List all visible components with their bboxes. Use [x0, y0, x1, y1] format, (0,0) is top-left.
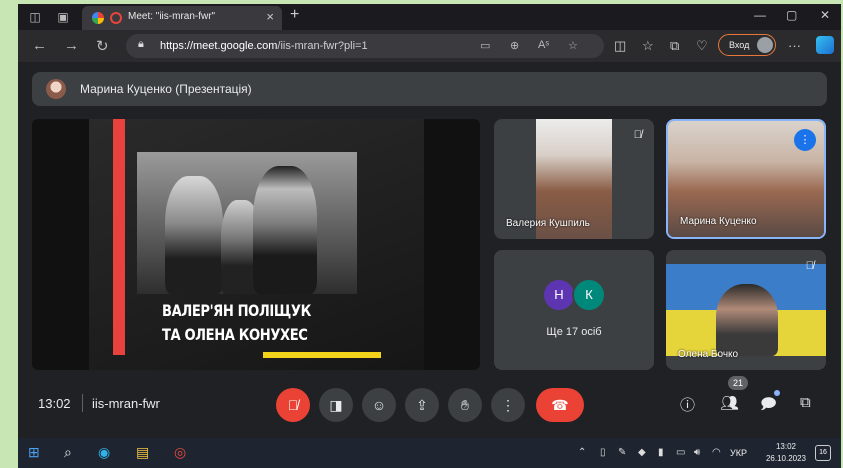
- participant-name: Валерия Кушпиль: [506, 218, 590, 229]
- recording-icon: [110, 12, 122, 24]
- reload-icon[interactable]: ↻: [96, 37, 109, 55]
- others-tile[interactable]: Н К Ще 17 осіб: [494, 250, 654, 370]
- avatar: [757, 37, 773, 53]
- start-icon[interactable]: ⊞: [28, 444, 40, 461]
- chrome-favicon-icon: [92, 12, 104, 24]
- people-icon[interactable]: 👥︎: [720, 394, 739, 412]
- maximize-icon[interactable]: ▢: [786, 8, 797, 22]
- info-icon[interactable]: ⓘ: [680, 394, 695, 415]
- tray-app-icon[interactable]: ◆: [638, 447, 646, 458]
- collections-icon[interactable]: ⧉: [670, 38, 679, 54]
- mic-off-icon: 🎙̸: [805, 260, 814, 272]
- tab-strip: ◫ ▣ Meet: "iis-mran-fwr" × + — ▢ ✕: [18, 4, 841, 30]
- leave-call-button[interactable]: ☎︎: [536, 388, 584, 422]
- chat-notification-dot: [774, 390, 780, 396]
- slide-photo: [137, 152, 357, 294]
- tray-app-icon[interactable]: ▮: [658, 447, 664, 458]
- participant-tile[interactable]: 🎙̸ Валерия Кушпиль: [494, 119, 654, 239]
- tray-app-icon[interactable]: ▯: [600, 447, 606, 458]
- language-indicator[interactable]: УКР: [730, 448, 747, 458]
- participant-name: Олена Бочко: [678, 349, 739, 360]
- emoji-button[interactable]: ☺: [362, 388, 396, 422]
- meeting-time: 13:02: [38, 396, 71, 411]
- more-options-button[interactable]: ⋮: [491, 388, 525, 422]
- copilot-icon[interactable]: [816, 36, 834, 54]
- raise-hand-button[interactable]: ✋︎: [448, 388, 482, 422]
- search-icon[interactable]: ⌕: [64, 444, 72, 461]
- zoom-icon[interactable]: ⊕: [510, 39, 519, 52]
- window-close-icon[interactable]: ✕: [820, 8, 830, 22]
- battery-icon[interactable]: ▭: [676, 447, 685, 458]
- close-icon[interactable]: ×: [266, 9, 274, 24]
- forward-icon[interactable]: →: [64, 37, 79, 54]
- presentation-stage[interactable]: ВАЛЕР'ЯН ПОЛІЩУК ТА ОЛЕНА КОНУХЕС: [32, 119, 480, 370]
- tab-title: Meet: "iis-mran-fwr": [128, 11, 216, 22]
- edge-icon[interactable]: ◉: [98, 444, 110, 461]
- more-icon[interactable]: ···: [788, 38, 801, 53]
- minimize-icon[interactable]: —: [754, 8, 766, 22]
- login-label: Вход: [729, 40, 750, 50]
- others-label: Ще 17 осіб: [546, 326, 602, 338]
- tab-actions-icon[interactable]: ▣: [56, 10, 70, 24]
- back-icon[interactable]: ←: [32, 37, 47, 54]
- photo-person: [253, 166, 317, 294]
- camera-button[interactable]: ◨: [319, 388, 353, 422]
- login-button[interactable]: Вход: [718, 34, 776, 56]
- chat-icon[interactable]: 🗩︎: [760, 394, 777, 419]
- avatar: К: [574, 280, 604, 310]
- participant-name: Марина Куценко: [680, 216, 757, 227]
- file-explorer-icon[interactable]: ▤: [136, 444, 149, 461]
- present-button[interactable]: ⇪: [405, 388, 439, 422]
- favorites-icon[interactable]: ☆: [642, 38, 654, 54]
- activities-icon[interactable]: ⧉: [800, 394, 811, 411]
- taskbar-clock[interactable]: 13:02 26.10.2023: [762, 441, 810, 465]
- slide-red-bar: [113, 119, 125, 355]
- participant-person: [716, 284, 778, 356]
- notification-center-icon[interactable]: 16: [815, 445, 831, 461]
- speaking-indicator-icon: ⋮: [794, 129, 816, 151]
- browser-window: ◫ ▣ Meet: "iis-mran-fwr" × + — ▢ ✕ ← → ↻…: [18, 4, 841, 464]
- presentation-bar: Марина Куценко (Презентація): [32, 72, 827, 106]
- wifi-icon[interactable]: ◠: [712, 447, 721, 458]
- avatar: [46, 79, 66, 99]
- people-count-badge: 21: [728, 376, 748, 390]
- divider: [82, 394, 83, 412]
- read-aloud-icon[interactable]: Aˢ: [538, 39, 549, 51]
- camera-icon[interactable]: ▭: [480, 39, 490, 52]
- address-toolbar: ← → ↻ 🔒︎ https://meet.google.com/iis-mra…: [18, 30, 841, 62]
- tab-meet[interactable]: Meet: "iis-mran-fwr" ×: [82, 6, 282, 30]
- taskbar: ⊞ ⌕ ◉ ▤ ◎ ⌃ ▯ ✎ ◆ ▮ ▭ 🔊︎ ◠ УКР 13:02 26.…: [18, 438, 841, 468]
- avatar: Н: [544, 280, 574, 310]
- mic-off-button[interactable]: 🎙̸: [276, 388, 310, 422]
- slide-yellow-bar: [263, 352, 381, 358]
- split-screen-icon[interactable]: ◫: [614, 38, 626, 54]
- mic-off-icon: 🎙̸: [633, 129, 642, 141]
- lock-icon[interactable]: 🔒︎: [138, 38, 144, 51]
- presenter-label: Марина Куценко (Презентація): [80, 82, 252, 96]
- tray-app-icon[interactable]: ✎: [618, 447, 626, 458]
- browser-essentials-icon[interactable]: ♡: [696, 38, 708, 54]
- workspaces-icon[interactable]: ◫: [28, 10, 42, 24]
- volume-icon[interactable]: 🔊︎: [694, 447, 700, 458]
- participant-tile[interactable]: 🎙̸ Олена Бочко: [666, 250, 826, 370]
- slide-title: ВАЛЕР'ЯН ПОЛІЩУК ТА ОЛЕНА КОНУХЕС: [162, 301, 311, 344]
- participant-tile[interactable]: ⋮ Марина Куценко: [666, 119, 826, 239]
- tray-chevron-icon[interactable]: ⌃: [578, 447, 586, 458]
- slide: ВАЛЕР'ЯН ПОЛІЩУК ТА ОЛЕНА КОНУХЕС: [89, 119, 424, 370]
- address-bar[interactable]: 🔒︎ https://meet.google.com/iis-mran-fwr?…: [126, 34, 604, 58]
- meeting-code: iis-mran-fwr: [92, 396, 160, 411]
- chrome-icon[interactable]: ◎: [174, 444, 186, 461]
- url-text[interactable]: https://meet.google.com/iis-mran-fwr?pli…: [160, 40, 368, 52]
- favorite-star-icon[interactable]: ☆: [568, 39, 578, 52]
- new-tab-icon[interactable]: +: [290, 6, 299, 24]
- photo-person: [165, 176, 223, 294]
